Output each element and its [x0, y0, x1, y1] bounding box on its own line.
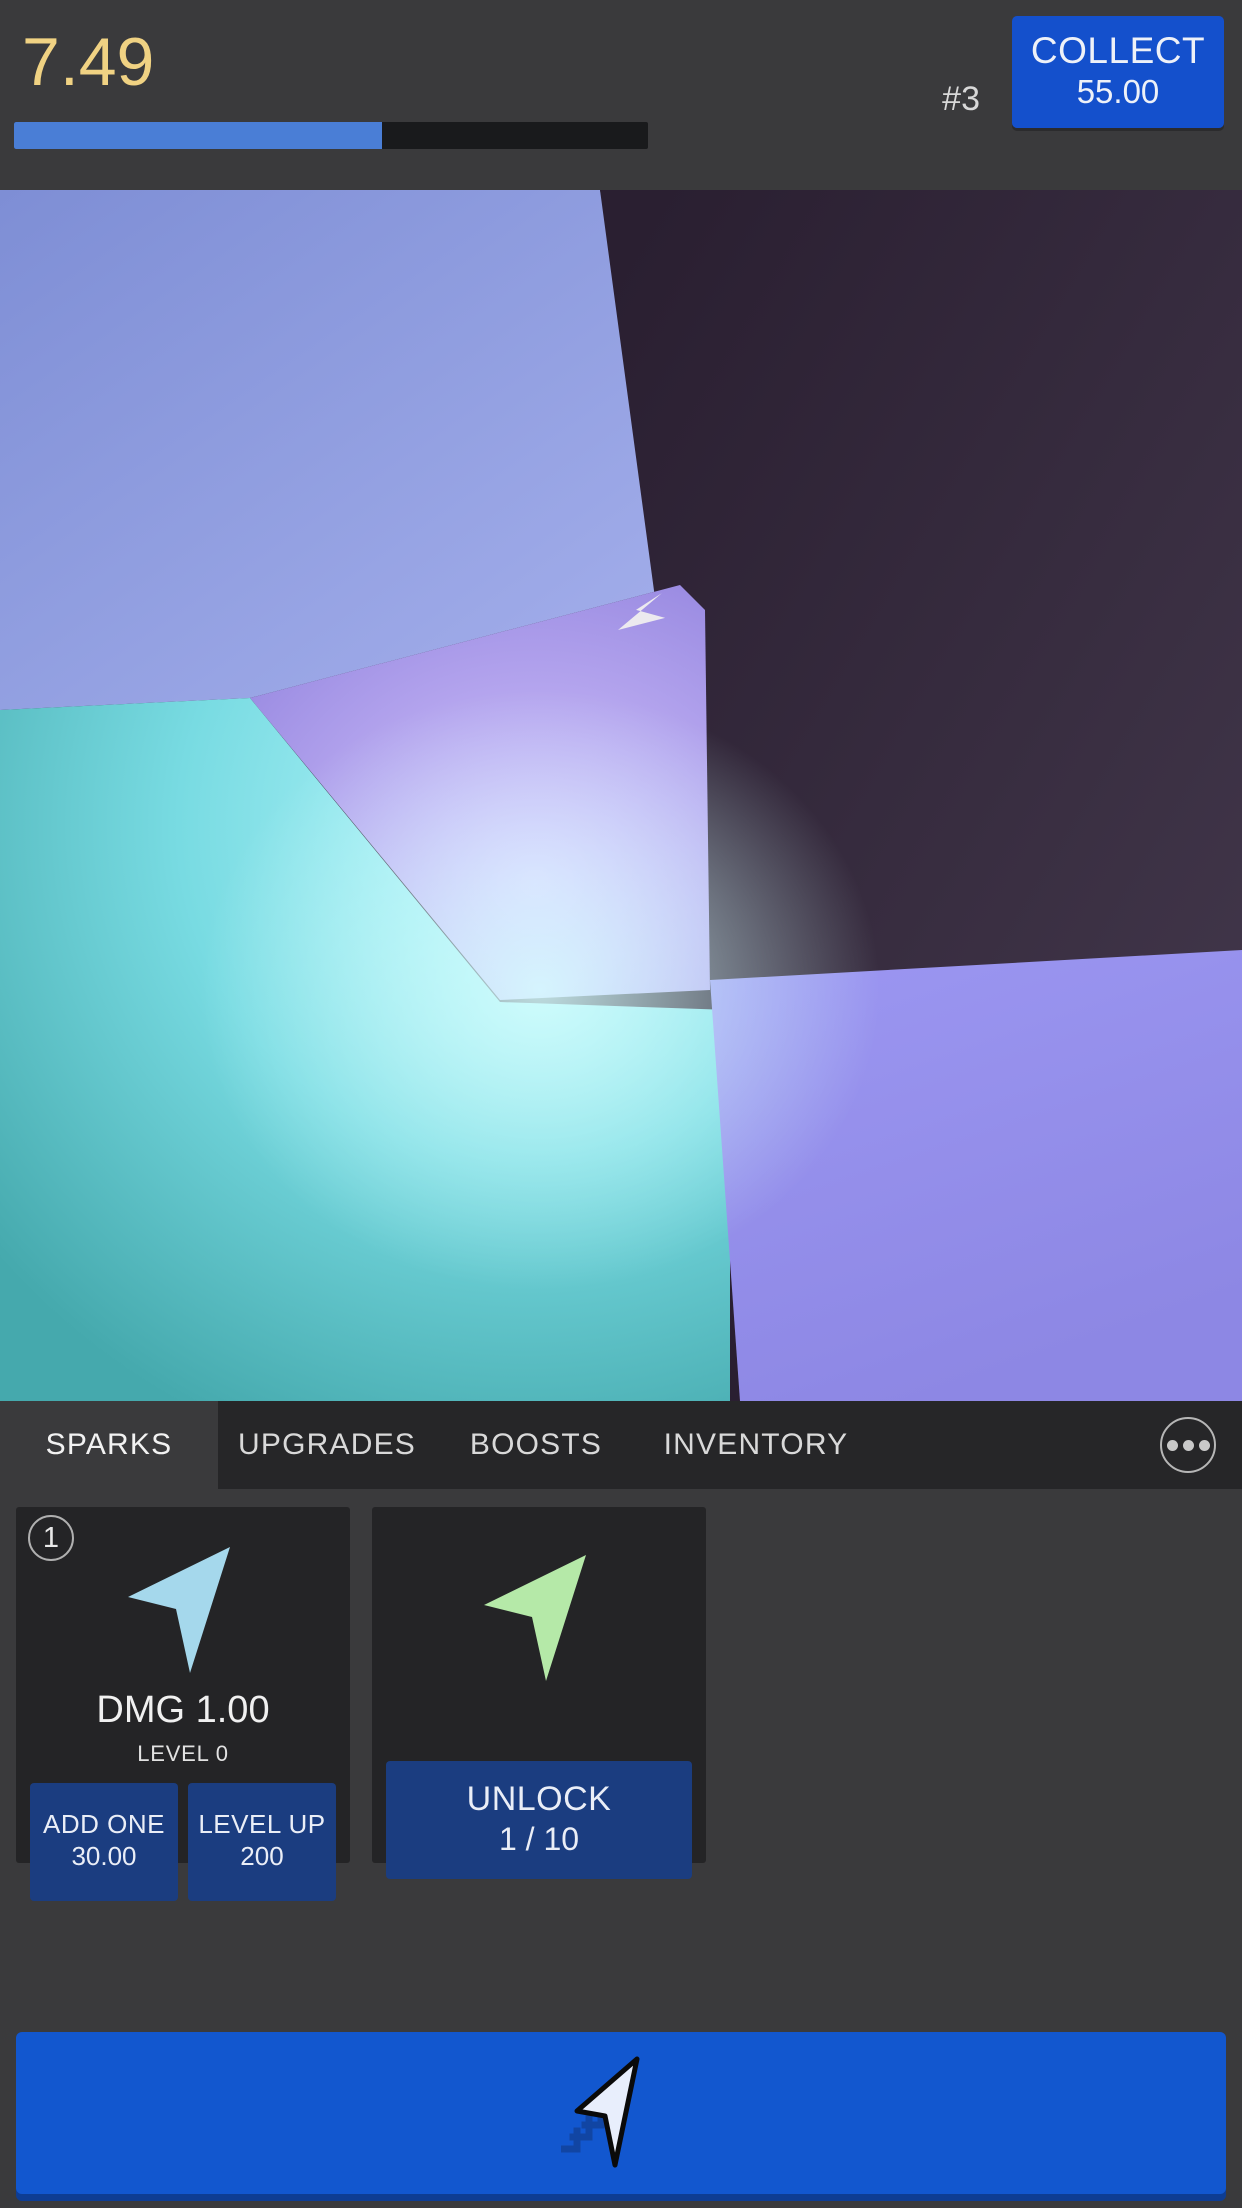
- collect-button-amount: 55.00: [1076, 72, 1160, 110]
- ellipsis-icon-dot: [1198, 1439, 1210, 1451]
- spark-card-art: [118, 1535, 248, 1685]
- tab-boosts-label: BOOSTS: [469, 1428, 603, 1461]
- ellipsis-icon-dot: [1166, 1439, 1178, 1451]
- add-one-button-label: ADD ONE: [43, 1809, 165, 1840]
- game-canvas[interactable]: [0, 190, 1242, 1401]
- spark-card-badge: 1: [28, 1515, 74, 1561]
- progress-bar: [14, 122, 648, 149]
- game-screen: 7.49 #3 COLLECT 55.00 SPARKS UPGRADES BO…: [0, 0, 1242, 2208]
- add-one-button-cost: 30.00: [71, 1841, 137, 1872]
- arrow-cursor-icon: [128, 1547, 230, 1673]
- tab-inventory[interactable]: INVENTORY: [636, 1401, 876, 1489]
- collect-button[interactable]: COLLECT 55.00: [1012, 16, 1224, 128]
- unlock-button-progress: 1 / 10: [498, 1820, 580, 1857]
- unlock-button-label: UNLOCK: [466, 1779, 612, 1818]
- progress-bar-fill: [14, 122, 382, 149]
- tab-bar: SPARKS UPGRADES BOOSTS INVENTORY: [0, 1401, 1242, 1489]
- score-value: 7.49: [22, 24, 155, 100]
- top-hud: 7.49 #3 COLLECT 55.00: [0, 0, 1242, 190]
- tab-upgrades[interactable]: UPGRADES: [218, 1401, 436, 1489]
- spark-card-level: LEVEL 0: [137, 1741, 229, 1766]
- spark-card-list: 1 DMG 1.00 LEVEL 0 ADD ONE 30.00 LEVEL U…: [0, 1507, 1242, 1901]
- ellipsis-icon-dot: [1182, 1439, 1194, 1451]
- spark-card-locked[interactable]: UNLOCK 1 / 10: [372, 1507, 706, 1879]
- tap-action-button[interactable]: [16, 2032, 1226, 2194]
- level-up-button-label: LEVEL UP: [198, 1809, 326, 1840]
- tab-boosts[interactable]: BOOSTS: [436, 1401, 636, 1489]
- spark-card-art: [474, 1543, 604, 1693]
- rank-label: #3: [942, 80, 980, 118]
- add-one-button[interactable]: ADD ONE 30.00: [30, 1783, 178, 1901]
- spark-card-title: DMG 1.00: [96, 1689, 270, 1731]
- level-up-button-cost: 200: [240, 1841, 284, 1872]
- spark-card[interactable]: 1 DMG 1.00 LEVEL 0 ADD ONE 30.00 LEVEL U…: [16, 1507, 350, 1901]
- tab-sparks-label: SPARKS: [45, 1428, 173, 1461]
- tab-upgrades-label: UPGRADES: [238, 1428, 416, 1461]
- collect-button-label: COLLECT: [1030, 29, 1206, 71]
- spark-card-actions: ADD ONE 30.00 LEVEL UP 200: [16, 1783, 350, 1915]
- more-options-button[interactable]: [1160, 1417, 1216, 1473]
- canvas-shards: [0, 190, 1242, 1401]
- unlock-button[interactable]: UNLOCK 1 / 10: [386, 1761, 692, 1879]
- tab-inventory-label: INVENTORY: [663, 1428, 849, 1461]
- click-cursor-icon: [561, 2056, 640, 2168]
- level-up-button[interactable]: LEVEL UP 200: [188, 1783, 336, 1901]
- arrow-cursor-icon: [484, 1555, 586, 1681]
- tab-sparks[interactable]: SPARKS: [0, 1401, 218, 1489]
- sparks-panel: 1 DMG 1.00 LEVEL 0 ADD ONE 30.00 LEVEL U…: [0, 1489, 1242, 2208]
- spark-card-actions: UNLOCK 1 / 10: [372, 1761, 706, 1893]
